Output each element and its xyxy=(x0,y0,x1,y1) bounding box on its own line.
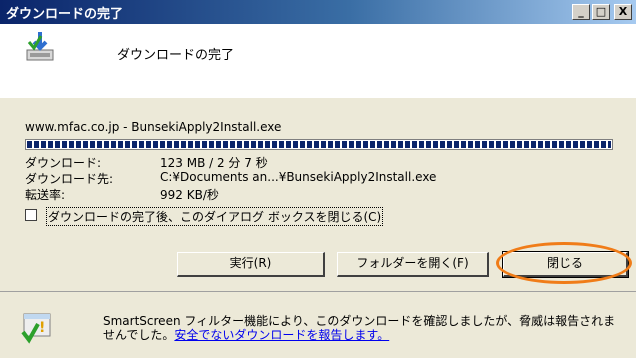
close-on-complete-label[interactable]: ダウンロードの完了後、このダイアログ ボックスを閉じる(C) xyxy=(45,207,384,226)
minimize-button[interactable]: _ xyxy=(572,4,590,20)
destination-label: ダウンロード先: xyxy=(25,172,114,186)
run-button[interactable]: 実行(R) xyxy=(177,252,325,277)
smartscreen-message: SmartScreen フィルター機能により、このダウンロードを確認しましたが、… xyxy=(103,314,623,342)
download-complete-icon xyxy=(26,32,54,61)
report-unsafe-download-link[interactable]: 安全でないダウンロードを報告します。 xyxy=(174,328,389,342)
download-complete-dialog: ダウンロードの完了 _ □ X ダウンロードの完了 www.mfac.co.jp… xyxy=(0,0,636,358)
progress-fill xyxy=(27,141,611,148)
download-source: www.mfac.co.jp - BunsekiApply2Install.ex… xyxy=(25,120,282,134)
highlight-ring-annotation xyxy=(496,242,632,284)
svg-text:!: ! xyxy=(39,320,45,336)
transfer-rate-value: 992 KB/秒 xyxy=(160,188,219,202)
smartscreen-check-icon: ! xyxy=(21,313,51,344)
destination-value: C:¥Documents an...¥BunsekiApply2Install.… xyxy=(160,170,437,184)
open-folder-button[interactable]: フォルダーを開く(F) xyxy=(337,252,489,277)
downloaded-value: 123 MB / 2 分 7 秒 xyxy=(160,156,268,170)
header-title: ダウンロードの完了 xyxy=(117,48,235,63)
title-bar[interactable]: ダウンロードの完了 _ □ X xyxy=(0,0,636,24)
maximize-button[interactable]: □ xyxy=(592,4,610,20)
header-area xyxy=(0,24,636,98)
close-on-complete-checkbox[interactable] xyxy=(25,209,37,221)
close-window-button[interactable]: X xyxy=(614,4,632,20)
window-title: ダウンロードの完了 xyxy=(6,7,124,22)
download-progress-bar xyxy=(25,139,613,150)
downloaded-label: ダウンロード: xyxy=(25,156,102,170)
transfer-rate-label: 転送率: xyxy=(25,188,66,202)
